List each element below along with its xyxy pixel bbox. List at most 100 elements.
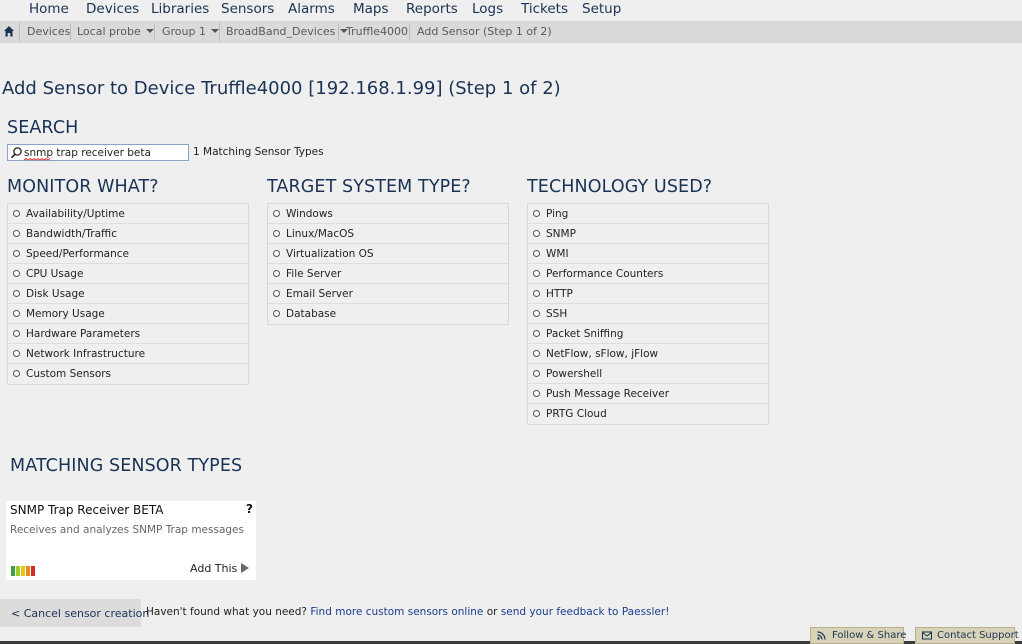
search-heading: SEARCH <box>7 118 79 138</box>
contact-support-button[interactable]: Contact Support <box>915 627 1019 644</box>
nav-sensors[interactable]: Sensors <box>221 1 274 17</box>
filter-label: Packet Sniffing <box>546 328 624 340</box>
filter-label: Custom Sensors <box>26 368 112 380</box>
monitor-what-heading: MONITOR WHAT? <box>7 177 159 197</box>
radio-icon <box>273 270 280 277</box>
radio-icon <box>533 230 540 237</box>
filter-bandwidth-traffic[interactable]: Bandwidth/Traffic <box>8 224 248 244</box>
filter-cpu-usage[interactable]: CPU Usage <box>8 264 248 284</box>
radio-icon <box>13 330 20 337</box>
follow-share-button[interactable]: Follow & Share <box>810 627 906 644</box>
filter-label: Linux/MacOS <box>286 228 355 240</box>
filter-windows[interactable]: Windows <box>268 204 508 224</box>
filter-label: Performance Counters <box>546 268 664 280</box>
contact-support-label: Contact Support <box>937 630 1019 641</box>
nav-maps[interactable]: Maps <box>353 1 389 17</box>
top-navigation: Home Devices Libraries Sensors Alarms Ma… <box>0 0 1022 21</box>
filter-label: PRTG Cloud <box>546 408 607 420</box>
radio-icon <box>13 290 20 297</box>
filter-label: File Server <box>286 268 342 280</box>
radio-icon <box>13 270 20 277</box>
breadcrumb-label: Group 1 <box>162 25 206 38</box>
radio-icon <box>273 210 280 217</box>
filter-custom-sensors[interactable]: Custom Sensors <box>8 364 248 384</box>
filter-hardware-parameters[interactable]: Hardware Parameters <box>8 324 248 344</box>
filter-push-message-receiver[interactable]: Push Message Receiver <box>528 384 768 404</box>
sensor-description: Receives and analyzes SNMP Trap messages <box>10 524 244 536</box>
filter-memory-usage[interactable]: Memory Usage <box>8 304 248 324</box>
breadcrumb-device[interactable]: Truffle4000 <box>346 21 408 43</box>
nav-devices[interactable]: Devices <box>86 1 139 17</box>
home-icon[interactable] <box>3 25 15 38</box>
radio-icon <box>13 310 20 317</box>
target-system-heading: TARGET SYSTEM TYPE? <box>267 177 471 197</box>
add-this-button[interactable]: Add This <box>190 562 250 575</box>
breadcrumb-local-probe[interactable]: Local probe <box>77 21 154 43</box>
nav-reports[interactable]: Reports <box>406 1 458 17</box>
filter-linux-macos[interactable]: Linux/MacOS <box>268 224 508 244</box>
radio-icon <box>273 250 280 257</box>
filter-prtg-cloud[interactable]: PRTG Cloud <box>528 404 768 424</box>
filter-label: Memory Usage <box>26 308 105 320</box>
find-custom-sensors-link[interactable]: Find more custom sensors online <box>310 606 483 618</box>
breadcrumb: Devices Local probe Group 1 BroadBand_De… <box>0 21 1022 43</box>
filter-ping[interactable]: Ping <box>528 204 768 224</box>
footer-or: or <box>486 606 498 618</box>
nav-alarms[interactable]: Alarms <box>288 1 335 17</box>
monitor-what-list: Availability/Uptime Bandwidth/Traffic Sp… <box>7 203 249 385</box>
filter-network-infrastructure[interactable]: Network Infrastructure <box>8 344 248 364</box>
radio-icon <box>533 290 540 297</box>
radio-icon <box>13 210 20 217</box>
filter-virtualization-os[interactable]: Virtualization OS <box>268 244 508 264</box>
sensor-card[interactable]: SNMP Trap Receiver BETA ? Receives and a… <box>6 501 256 580</box>
breadcrumb-devices[interactable]: Devices <box>27 21 70 43</box>
filter-ssh[interactable]: SSH <box>528 304 768 324</box>
send-feedback-link[interactable]: send your feedback to Paessler! <box>501 606 670 618</box>
radio-icon <box>533 270 540 277</box>
filter-label: Ping <box>546 208 569 220</box>
radio-icon <box>533 350 540 357</box>
nav-setup[interactable]: Setup <box>582 1 621 17</box>
radio-icon <box>533 250 540 257</box>
filter-http[interactable]: HTTP <box>528 284 768 304</box>
filter-speed-performance[interactable]: Speed/Performance <box>8 244 248 264</box>
filter-file-server[interactable]: File Server <box>268 264 508 284</box>
filter-label: SSH <box>546 308 568 320</box>
filter-email-server[interactable]: Email Server <box>268 284 508 304</box>
radio-icon <box>13 350 20 357</box>
nav-libraries[interactable]: Libraries <box>151 1 209 17</box>
target-system-list: Windows Linux/MacOS Virtualization OS Fi… <box>267 203 509 325</box>
filter-label: SNMP <box>546 228 576 240</box>
radio-icon <box>13 250 20 257</box>
filter-disk-usage[interactable]: Disk Usage <box>8 284 248 304</box>
breadcrumb-group[interactable]: Group 1 <box>162 21 219 43</box>
filter-wmi[interactable]: WMI <box>528 244 768 264</box>
radio-icon <box>533 370 540 377</box>
filter-label: Database <box>286 308 337 320</box>
nav-logs[interactable]: Logs <box>472 1 503 17</box>
filter-label: Virtualization OS <box>286 248 374 260</box>
cancel-sensor-creation-button[interactable]: < Cancel sensor creation <box>0 599 149 627</box>
filter-netflow[interactable]: NetFlow, sFlow, jFlow <box>528 344 768 364</box>
technology-list: Ping SNMP WMI Performance Counters HTTP … <box>527 203 769 425</box>
filter-availability-uptime[interactable]: Availability/Uptime <box>8 204 248 224</box>
radio-icon <box>533 210 540 217</box>
filter-packet-sniffing[interactable]: Packet Sniffing <box>528 324 768 344</box>
radio-icon <box>273 230 280 237</box>
nav-tickets[interactable]: Tickets <box>521 1 568 17</box>
help-icon[interactable]: ? <box>246 502 253 516</box>
filter-powershell[interactable]: Powershell <box>528 364 768 384</box>
breadcrumb-separator <box>19 23 20 41</box>
filter-database[interactable]: Database <box>268 304 508 324</box>
chevron-down-icon <box>145 29 154 33</box>
filter-label: Email Server <box>286 288 353 300</box>
filter-performance-counters[interactable]: Performance Counters <box>528 264 768 284</box>
breadcrumb-broadband-devices[interactable]: BroadBand_Devices <box>226 21 349 43</box>
filter-label: Hardware Parameters <box>26 328 141 340</box>
filter-label: Disk Usage <box>26 288 85 300</box>
nav-home[interactable]: Home <box>29 1 69 17</box>
radio-icon <box>13 370 20 377</box>
performance-impact-icon <box>11 566 35 576</box>
filter-snmp[interactable]: SNMP <box>528 224 768 244</box>
breadcrumb-label: Local probe <box>77 25 141 38</box>
